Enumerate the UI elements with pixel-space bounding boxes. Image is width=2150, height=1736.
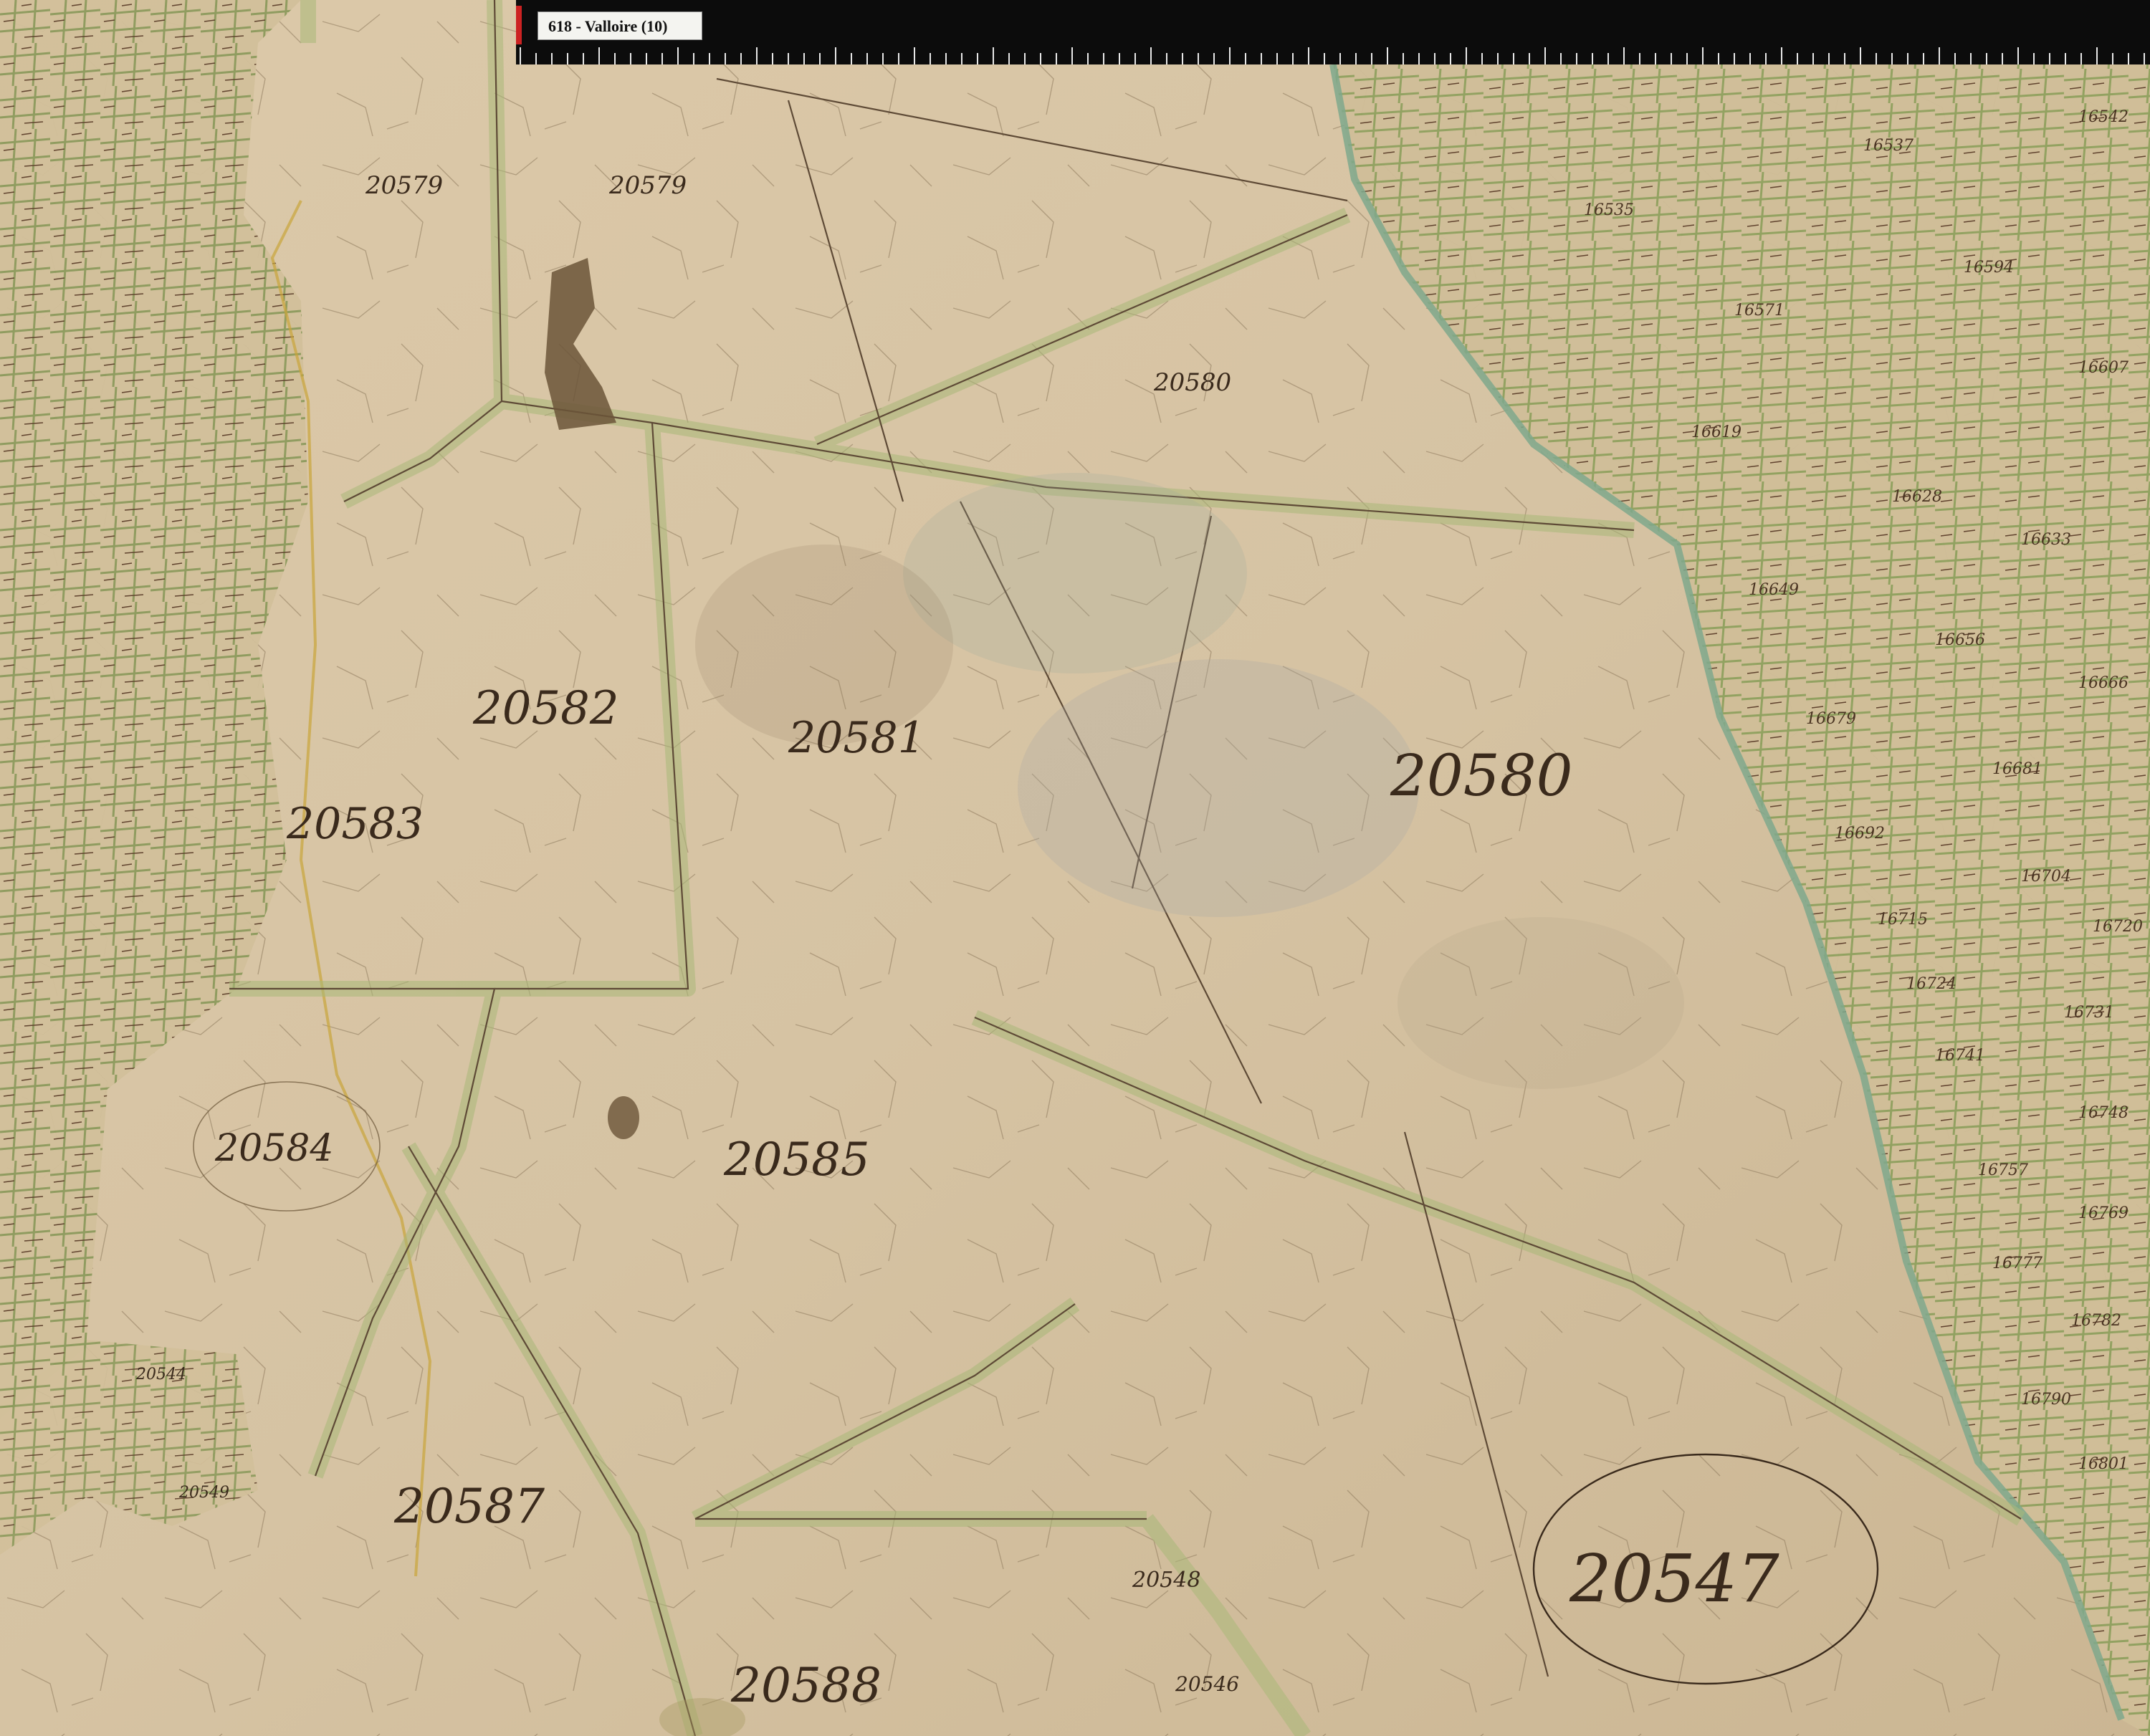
small-parcel-label: 16681 xyxy=(1992,760,2042,778)
small-parcel-label: 16656 xyxy=(1935,631,1985,649)
small-parcel-label: 16724 xyxy=(1906,975,1956,993)
small-parcel-label: 16769 xyxy=(2078,1204,2128,1222)
parcel-label: 20580 xyxy=(1390,742,1573,809)
parcel-label: 20546 xyxy=(1175,1672,1239,1696)
measurement-ruler xyxy=(516,44,2150,64)
small-parcel-label: 16542 xyxy=(2078,108,2128,126)
parcel-label: 20547 xyxy=(1569,1540,1779,1617)
small-parcel-label: 16679 xyxy=(1806,710,1856,728)
map-viewer[interactable]: 20579 20579 20580 20582 20581 20580 2058… xyxy=(0,0,2150,1736)
small-parcel-label: 16649 xyxy=(1749,581,1799,599)
cadastral-map[interactable]: 20579 20579 20580 20582 20581 20580 2058… xyxy=(0,0,2150,1736)
parcel-label: 20544 xyxy=(135,1366,186,1383)
small-parcel-label: 16628 xyxy=(1892,488,1942,506)
small-parcel-label: 16801 xyxy=(2078,1455,2128,1473)
small-parcel-label: 16535 xyxy=(1584,201,1634,219)
small-parcel-label: 16633 xyxy=(2021,531,2071,549)
parcel-label: 20580 xyxy=(1153,368,1231,397)
parcel-label: 20579 xyxy=(608,171,687,200)
parcel-label: 20584 xyxy=(214,1127,333,1170)
parcel-label: 20581 xyxy=(788,713,925,763)
small-parcel-label: 16757 xyxy=(1978,1161,2028,1179)
parcel-label: 20587 xyxy=(393,1479,545,1534)
small-parcel-label: 16571 xyxy=(1734,302,1784,320)
small-parcel-label: 16731 xyxy=(2064,1004,2114,1022)
small-parcel-label: 16704 xyxy=(2021,868,2071,886)
small-parcel-label: 16537 xyxy=(1863,137,1914,155)
document-title-label: 618 - Valloire (10) xyxy=(538,11,702,40)
small-parcel-label: 16790 xyxy=(2021,1391,2071,1409)
small-parcel-label: 16777 xyxy=(1992,1255,2042,1272)
scanner-red-tab xyxy=(516,6,522,46)
small-parcel-label: 16741 xyxy=(1935,1047,1985,1065)
parcel-label: 20579 xyxy=(365,171,443,200)
parcel-label: 20585 xyxy=(723,1133,870,1186)
small-parcel-label: 16619 xyxy=(1691,423,1742,441)
small-parcel-label: 16607 xyxy=(2078,359,2128,377)
small-parcel-label: 16720 xyxy=(2093,918,2143,936)
small-parcel-label: 16594 xyxy=(1964,259,2014,277)
parcel-label: 20582 xyxy=(472,682,619,735)
small-parcel-label: 16782 xyxy=(2071,1312,2121,1330)
small-parcel-label: 16748 xyxy=(2078,1104,2128,1122)
parcel-label: 20583 xyxy=(286,799,424,849)
parcel-label: 20549 xyxy=(178,1484,229,1502)
small-parcel-label: 16715 xyxy=(1878,911,1928,929)
small-parcel-label: 16666 xyxy=(2078,674,2128,692)
parcel-label: 20548 xyxy=(1132,1568,1200,1593)
parcel-label: 20588 xyxy=(730,1658,882,1713)
small-parcel-label: 16692 xyxy=(1835,825,1885,843)
